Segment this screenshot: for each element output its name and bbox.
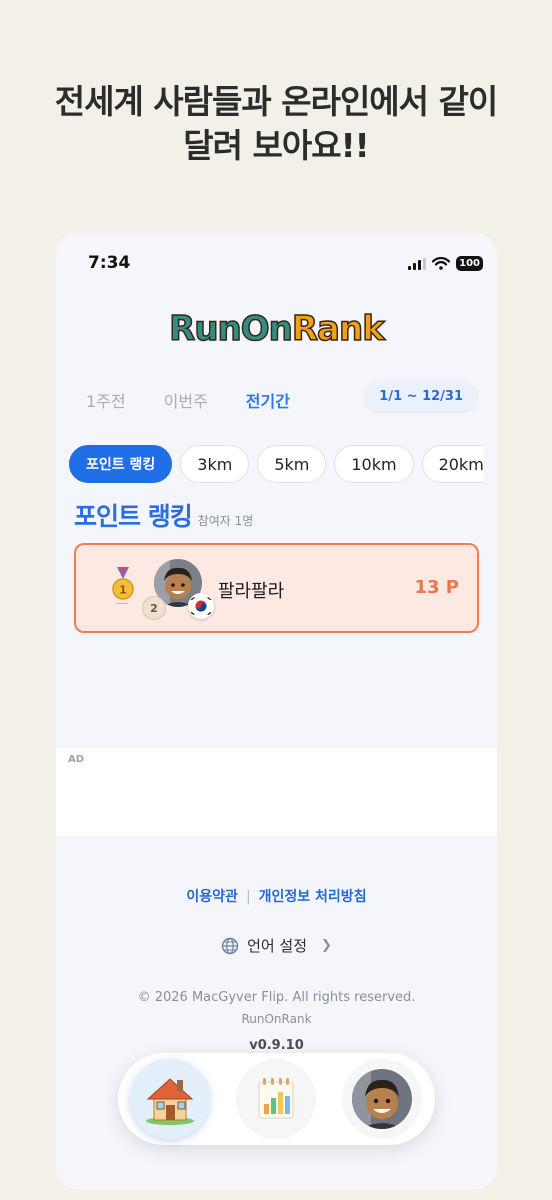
chevron-right-icon: ❯ xyxy=(321,938,332,953)
user-points: 13 P xyxy=(414,577,459,598)
ad-label: AD xyxy=(68,754,85,765)
footer-separator: | xyxy=(245,889,251,905)
headline: 전세계 사람들과 온라인에서 같이 달려 보아요!! xyxy=(0,80,552,168)
chip-20km[interactable]: 20km xyxy=(421,445,484,483)
house-icon xyxy=(146,1078,194,1125)
tab-this-week[interactable]: 이번주 xyxy=(164,388,208,412)
terms-link[interactable]: 이용약관 xyxy=(186,889,238,905)
privacy-link[interactable]: 개인정보 처리방침 xyxy=(259,889,367,905)
logo-part2: Rank xyxy=(291,308,385,350)
participant-count: 참여자 1명 xyxy=(197,514,254,528)
korea-flag-icon xyxy=(188,593,214,619)
tab-home[interactable] xyxy=(130,1059,210,1139)
date-range-button[interactable]: 1/1 ~ 12/31 xyxy=(365,381,477,411)
status-icons: 100 xyxy=(408,256,483,271)
footer-links: 이용약관 | 개인정보 처리방침 xyxy=(56,886,497,906)
tab-all-time[interactable]: 전기간 xyxy=(246,388,290,412)
wifi-icon xyxy=(432,257,451,270)
chip-point-ranking[interactable]: 포인트 랭킹 xyxy=(69,445,173,483)
gold-medal-icon: 1 xyxy=(112,567,134,600)
language-label: 언어 설정 xyxy=(247,937,308,955)
status-time: 7:34 xyxy=(88,253,131,273)
version-text: v0.9.10 xyxy=(249,1038,304,1053)
status-bar: 7:34 100 xyxy=(56,253,497,277)
headline-line2: 달려 보아요!! xyxy=(183,126,369,165)
battery-icon: 100 xyxy=(456,256,483,271)
globe-icon xyxy=(221,937,239,954)
avatar-icon xyxy=(352,1069,412,1129)
chip-3km[interactable]: 3km xyxy=(180,445,250,483)
signal-icon xyxy=(408,257,427,270)
language-settings-button[interactable]: 언어 설정 ❯ xyxy=(56,935,497,956)
level-badge: 2 xyxy=(142,596,166,620)
tab-last-week[interactable]: 1주전 xyxy=(86,388,126,412)
copyright-text: © 2026 MacGyver Flip. All rights reserve… xyxy=(137,990,416,1005)
app-name-text: RunOnRank xyxy=(241,1012,312,1026)
user-name: 팔라팔라 xyxy=(218,581,285,602)
chip-10km[interactable]: 10km xyxy=(334,445,414,483)
phone-screen: 7:34 100 RunOnRank 1주전 이번주 전기간 1/1 ~ 12/… xyxy=(56,233,497,1189)
chip-5km[interactable]: 5km xyxy=(257,445,327,483)
app-logo: RunOnRank xyxy=(56,308,497,350)
ranking-header: 포인트 랭킹 참여자 1명 xyxy=(74,497,253,533)
tab-profile[interactable] xyxy=(342,1059,422,1139)
category-chips: 포인트 랭킹 3km 5km 10km 20km xyxy=(69,445,484,485)
rank-change-dash xyxy=(116,603,128,604)
headline-line1: 전세계 사람들과 온라인에서 같이 xyxy=(54,82,499,121)
period-tabs: 1주전 이번주 전기간 xyxy=(86,388,290,412)
ad-banner[interactable]: AD xyxy=(56,748,497,836)
rank-number: 1 xyxy=(119,584,127,597)
chart-icon xyxy=(258,1078,294,1119)
ranking-row[interactable]: 1 2 팔라팔라 13 P xyxy=(74,543,479,633)
ranking-title: 포인트 랭킹 xyxy=(74,502,193,531)
logo-part1: RunOn xyxy=(168,308,293,350)
tab-stats[interactable] xyxy=(236,1059,316,1139)
bottom-tab-bar xyxy=(118,1053,435,1145)
